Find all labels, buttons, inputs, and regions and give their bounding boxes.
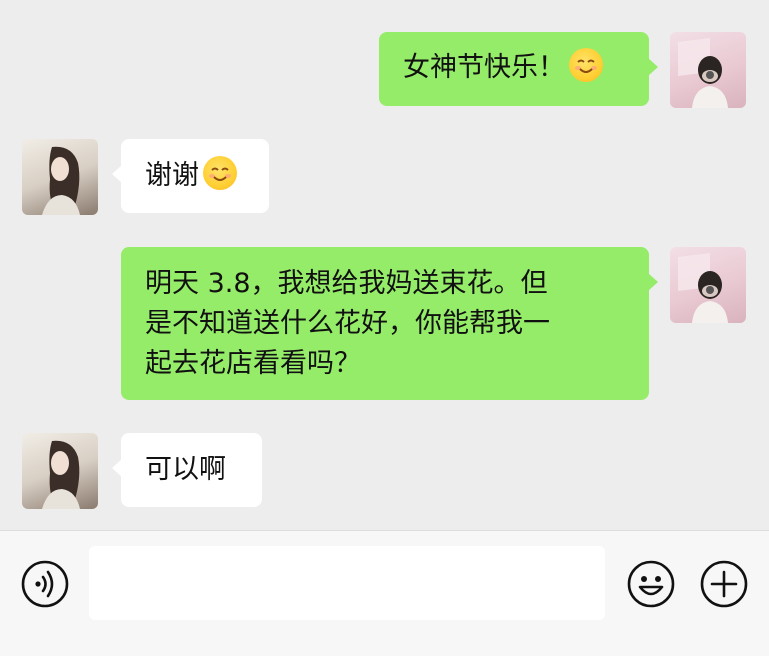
message-bubble-outgoing[interactable]: 明天 3.8，我想给我妈送束花。但 是不知道送什么花好，你能帮我一 起去花店看看… [121, 247, 658, 400]
person-photo-icon [42, 146, 80, 215]
voice-icon[interactable] [20, 559, 70, 609]
emoji-icon[interactable] [626, 559, 676, 609]
message-text: 女神节快乐！ [403, 52, 565, 83]
message-line: 是不知道送什么花好，你能帮我一 [145, 308, 550, 339]
message-bubble-outgoing[interactable]: 女神节快乐！ [379, 32, 658, 106]
my-avatar[interactable] [670, 32, 746, 108]
plus-icon[interactable] [699, 559, 749, 609]
message-bubble-incoming[interactable]: 可以啊 [112, 433, 262, 507]
person-photo-icon [678, 38, 728, 108]
chat-area: 女神节快乐！ 谢谢 明天 3.8，我想给我妈送束花。但 是不知道送什么花好，你能… [0, 0, 769, 530]
person-photo-icon [42, 440, 80, 509]
person-photo-icon [678, 253, 728, 323]
my-avatar[interactable] [670, 247, 746, 323]
smile-emoji-icon [569, 48, 603, 82]
message-line: 明天 3.8，我想给我妈送束花。但 [145, 268, 548, 299]
contact-avatar[interactable] [22, 139, 98, 215]
message-bubble-incoming[interactable]: 谢谢 [112, 139, 269, 213]
contact-avatar[interactable] [22, 433, 98, 509]
smile-emoji-icon [203, 156, 237, 190]
input-bar [0, 530, 769, 656]
message-text: 可以啊 [145, 454, 226, 485]
message-text: 谢谢 [145, 160, 199, 191]
message-line: 起去花店看看吗？ [145, 348, 361, 379]
message-input[interactable] [89, 546, 605, 620]
